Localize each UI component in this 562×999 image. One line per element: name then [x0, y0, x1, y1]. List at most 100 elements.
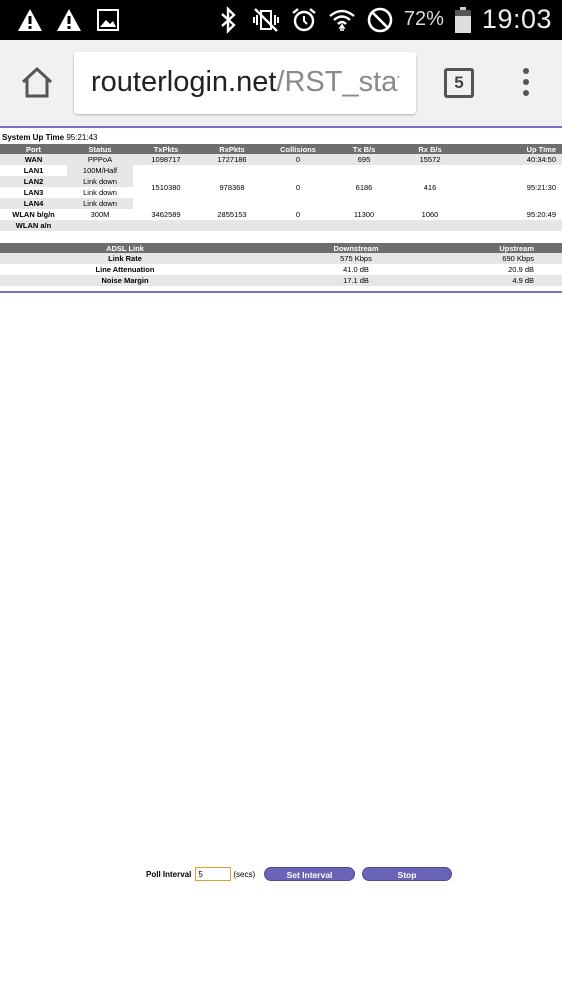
upstream-cell: 690 Kbps	[462, 253, 562, 264]
adsl-label-cell: Noise Margin	[0, 275, 250, 286]
clock: 19:03	[481, 4, 552, 34]
txpkts-cell: 1510380	[151, 182, 181, 192]
column-header: Upstream	[462, 243, 562, 253]
port-cell: LAN4	[0, 198, 67, 209]
column-header: Up Time	[463, 144, 562, 154]
warning-icon	[57, 9, 81, 31]
column-header: Status	[67, 144, 133, 154]
rxpkts-cell: 2855153	[217, 210, 247, 219]
status-cell: 100M/Half	[67, 165, 133, 176]
status-cell: PPPoA	[67, 154, 133, 165]
rxbs-cell: 416	[423, 182, 437, 192]
column-header: Collisions	[265, 144, 331, 154]
adsl-label-cell: Line Attenuation	[95, 265, 155, 274]
divider-bottom	[0, 291, 562, 293]
alarm-icon	[292, 7, 316, 31]
status-cell	[67, 220, 133, 231]
home-icon[interactable]	[20, 66, 54, 100]
poll-interval-input[interactable]	[195, 867, 232, 881]
status-cell: Link down	[67, 176, 133, 187]
stop-button[interactable]: Stop	[362, 867, 452, 881]
vibrate-mute-icon	[252, 7, 279, 32]
column-header: Rx B/s	[397, 144, 463, 154]
status-cell: Link down	[67, 198, 133, 209]
rxbs-cell: 1060	[421, 210, 439, 219]
tab-switcher-button[interactable]: 5	[444, 68, 474, 98]
adsl-link-table: ADSL Link Downstream Upstream Link Rate …	[0, 243, 562, 286]
rxpkts-cell	[199, 220, 265, 231]
table-header-row: Port Status TxPkts RxPkts Collisions Tx …	[0, 144, 562, 154]
downstream-cell: 17.1 dB	[250, 275, 462, 286]
collisions-cell: 0	[295, 182, 301, 192]
table-row-lan1: LAN1 100M/Half 1510380 978368 0 6186 416…	[0, 165, 562, 192]
port-cell: WLAN a/n	[0, 220, 67, 231]
downstream-cell: 575 Kbps	[250, 253, 462, 264]
upstream-cell: 20.9 dB	[508, 265, 534, 274]
url-path: /RST_statis	[276, 66, 399, 98]
upstream-cell: 4.9 dB	[462, 275, 562, 286]
txpkts-cell	[133, 220, 199, 231]
browser-toolbar: routerlogin.net/RST_statis 5	[0, 40, 562, 126]
status-cell: Link down	[67, 187, 133, 198]
rxbs-cell	[397, 220, 463, 231]
port-statistics-table: Port Status TxPkts RxPkts Collisions Tx …	[0, 144, 562, 231]
downstream-cell: 41.0 dB	[343, 265, 369, 274]
poll-interval-label: Poll Interval	[146, 869, 192, 879]
txbs-cell	[331, 220, 397, 231]
collisions-cell: 0	[295, 210, 301, 219]
txpkts-cell: 3462589	[151, 210, 181, 219]
system-uptime: System Up Time 95:21:43	[2, 133, 97, 142]
port-cell: LAN1	[0, 165, 67, 176]
txpkts-cell: 1098717	[133, 154, 199, 165]
adsl-label-cell: Link Rate	[0, 253, 250, 264]
port-cell: LAN2	[0, 176, 67, 187]
column-header: Tx B/s	[331, 144, 397, 154]
poll-interval-unit: (secs)	[233, 869, 256, 879]
port-cell: LAN3	[0, 187, 67, 198]
url-text[interactable]: routerlogin.net/RST_statis	[91, 66, 399, 99]
bluetooth-icon	[221, 5, 236, 34]
warning-icon	[18, 9, 42, 31]
table-row-wan: WAN PPPoA 1098717 1727186 0 695 15572 40…	[0, 154, 562, 165]
column-header: Port	[0, 144, 67, 154]
overflow-menu-icon[interactable]	[522, 68, 530, 98]
system-uptime-value: 95:21:43	[66, 133, 98, 142]
txbs-cell: 695	[331, 154, 397, 165]
collisions-cell	[265, 220, 331, 231]
column-header: RxPkts	[199, 144, 265, 154]
divider-top	[0, 126, 562, 128]
table-row-link-rate: Link Rate 575 Kbps 690 Kbps	[0, 253, 562, 264]
do-not-disturb-icon	[367, 7, 393, 32]
url-bar[interactable]: routerlogin.net/RST_statis	[74, 52, 416, 114]
battery-percentage: 72%	[403, 8, 444, 30]
table-row-line-attenuation: Line Attenuation 41.0 dB 20.9 dB	[0, 264, 562, 275]
url-host: routerlogin.net	[91, 66, 277, 98]
uptime-cell: 95:21:30	[526, 182, 556, 192]
image-icon	[97, 9, 119, 31]
system-uptime-label: System Up Time	[2, 133, 65, 142]
table-header-row: ADSL Link Downstream Upstream	[0, 243, 562, 253]
rxpkts-cell: 978368	[219, 182, 245, 192]
status-bar: 72% 19:03	[0, 0, 562, 40]
uptime-cell: 40:34:50	[463, 154, 562, 165]
uptime-cell	[463, 220, 562, 231]
port-cell: WAN	[0, 154, 67, 165]
txbs-cell: 11300	[353, 210, 375, 219]
table-row-noise-margin: Noise Margin 17.1 dB 4.9 dB	[0, 275, 562, 286]
port-cell: WLAN b/g/n	[12, 210, 55, 219]
collisions-cell: 0	[265, 154, 331, 165]
rxbs-cell: 15572	[397, 154, 463, 165]
column-header: TxPkts	[133, 144, 199, 154]
status-cell: 300M	[90, 210, 110, 219]
wifi-icon	[329, 9, 355, 31]
txbs-cell: 6186	[355, 182, 373, 192]
column-header: Downstream	[250, 243, 462, 253]
poll-interval-group: Poll Interval (secs)	[146, 866, 255, 882]
table-row-wlan-bgn: WLAN b/g/n 300M 3462589 2855153 0 11300 …	[0, 209, 562, 220]
table-row-wlan-an: WLAN a/n	[0, 220, 562, 231]
set-interval-button[interactable]: Set Interval	[264, 867, 355, 881]
battery-icon	[454, 6, 471, 33]
uptime-cell: 95:20:49	[526, 210, 556, 219]
rxpkts-cell: 1727186	[199, 154, 265, 165]
column-header: ADSL Link	[0, 243, 250, 253]
